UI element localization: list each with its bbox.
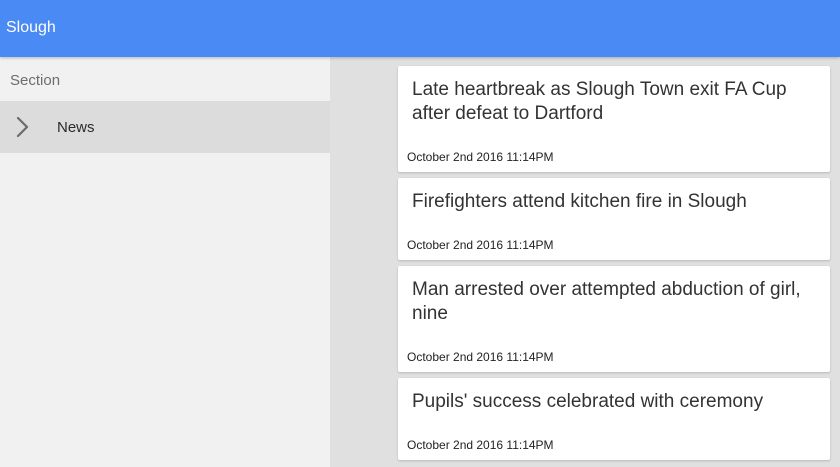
article-list[interactable]: Late heartbreak as Slough Town exit FA C… <box>330 57 840 467</box>
article-title: Late heartbreak as Slough Town exit FA C… <box>412 79 787 124</box>
section-header: Section <box>10 72 61 89</box>
sidebar-item-news[interactable]: News <box>0 101 330 153</box>
article-card[interactable]: Firefighters attend kitchen fire in Slou… <box>398 178 830 260</box>
article-date: October 2nd 2016 11:14PM <box>407 150 554 164</box>
article-card[interactable]: Late heartbreak as Slough Town exit FA C… <box>398 66 830 172</box>
article-title: Man arrested over attempted abduction of… <box>412 279 801 324</box>
sidebar: Section News <box>0 57 330 467</box>
article-date: October 2nd 2016 11:14PM <box>407 438 554 452</box>
article-title: Firefighters attend kitchen fire in Slou… <box>412 191 747 212</box>
chevron-right-icon <box>13 115 33 139</box>
article-date: October 2nd 2016 11:14PM <box>407 238 554 252</box>
article-date: October 2nd 2016 11:14PM <box>407 350 554 364</box>
article-title: Pupils' success celebrated with ceremony <box>412 391 764 412</box>
article-card[interactable]: Pupils' success celebrated with ceremony… <box>398 378 830 460</box>
sidebar-item-label: News <box>57 119 95 136</box>
app-bar: Slough <box>0 0 840 57</box>
article-card[interactable]: Man arrested over attempted abduction of… <box>398 266 830 372</box>
app-title: Slough <box>6 19 56 36</box>
